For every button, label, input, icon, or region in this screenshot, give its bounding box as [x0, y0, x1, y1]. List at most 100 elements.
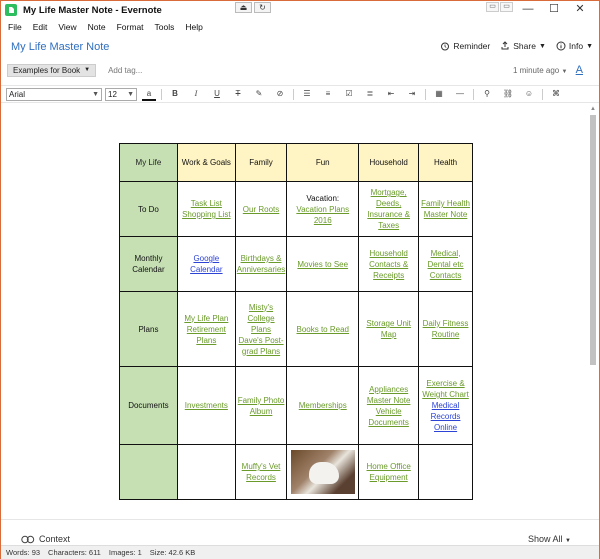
dog-photo[interactable]: [290, 450, 355, 494]
vertical-scrollbar[interactable]: ▲: [589, 105, 597, 519]
eject-icon[interactable]: ⏏: [235, 2, 252, 13]
note-link[interactable]: Household Contacts & Receipts: [360, 248, 417, 281]
outdent-icon[interactable]: ⇤: [383, 87, 399, 101]
note-link[interactable]: Investments: [179, 400, 234, 411]
horizontal-rule-icon[interactable]: —: [452, 87, 468, 101]
menu-edit[interactable]: Edit: [33, 22, 48, 32]
bold-icon[interactable]: B: [167, 87, 183, 101]
note-link[interactable]: Dave's Post-grad Plans: [237, 335, 285, 357]
note-link[interactable]: Medical Records Online: [420, 400, 471, 433]
maximize-button[interactable]: ☐: [541, 1, 567, 18]
close-button[interactable]: ✕: [567, 1, 593, 18]
show-all-button[interactable]: Show All ▼: [528, 534, 571, 544]
clear-format-icon[interactable]: ⊘: [272, 87, 288, 101]
info-button[interactable]: Info ▼: [556, 41, 593, 51]
note-link[interactable]: Retirement Plans: [179, 324, 234, 346]
word-count: Words: 93: [6, 548, 41, 557]
menu-note[interactable]: Note: [88, 22, 106, 32]
divider: [542, 88, 543, 100]
note-link[interactable]: Vacation Plans 2016: [288, 204, 357, 226]
note-link[interactable]: Vehicle Documents: [360, 406, 417, 428]
note-link[interactable]: Muffy's Vet Records: [237, 461, 285, 483]
row-header: Documents: [119, 366, 178, 445]
notebook-selector[interactable]: Examples for Book ▼: [7, 63, 97, 77]
bullet-list-icon[interactable]: ☰: [299, 87, 315, 101]
menu-view[interactable]: View: [58, 22, 76, 32]
note-link[interactable]: Memberships: [288, 400, 357, 411]
menu-file[interactable]: File: [8, 22, 22, 32]
checkbox-icon[interactable]: ☑: [341, 87, 357, 101]
menu-tools[interactable]: Tools: [155, 22, 175, 32]
grid-corner-cell: My Life: [119, 143, 178, 182]
share-button[interactable]: Share ▼: [500, 41, 546, 51]
note-link[interactable]: Daily Fitness Routine: [420, 318, 471, 340]
note-link[interactable]: Appliances Master Note: [360, 384, 417, 406]
note-link[interactable]: Family Photo Album: [237, 395, 285, 417]
attachment-icon[interactable]: ⚲: [479, 87, 495, 101]
table-row: Documents Investments Family Photo Album Me…: [119, 366, 473, 445]
underline-icon[interactable]: U: [209, 87, 225, 101]
grid-cell: Medical, Dental etc Contacts: [418, 236, 473, 292]
note-link[interactable]: My Life Plan: [179, 313, 234, 324]
column-header: Work & Goals: [176, 143, 236, 182]
note-link[interactable]: Our Roots: [237, 204, 285, 215]
refresh-icon[interactable]: ↻: [254, 2, 271, 13]
note-link[interactable]: Birthdays & Anniversaries: [237, 253, 285, 275]
updated-time: 1 minute ago ▼ A: [512, 64, 583, 76]
note-link[interactable]: Exercise & Weight Chart: [420, 378, 471, 400]
note-title[interactable]: My Life Master Note: [11, 41, 109, 53]
highlighter-icon[interactable]: ✎: [251, 87, 267, 101]
indent-icon[interactable]: ⇥: [404, 87, 420, 101]
command-icon[interactable]: ⌘: [548, 87, 564, 101]
align-icon[interactable]: ≣: [362, 87, 378, 101]
note-link[interactable]: Movies to See: [288, 259, 357, 270]
italic-icon[interactable]: I: [188, 87, 204, 101]
font-size-value: 12: [108, 89, 117, 99]
note-link[interactable]: Storage Unit Map: [360, 318, 417, 340]
dog-shape: [308, 462, 339, 484]
note-link[interactable]: Medical, Dental etc Contacts: [420, 248, 471, 281]
tag-bar: Examples for Book ▼ Add tag... 1 minute …: [7, 63, 595, 77]
text-color-icon[interactable]: a: [142, 87, 156, 101]
numbered-list-icon[interactable]: ≡: [320, 87, 336, 101]
note-actions: Reminder Share ▼ Info ▼: [430, 41, 593, 51]
note-link[interactable]: Google Calendar: [179, 253, 234, 275]
table-row: Muffy's Vet Records Home Office Equipment: [119, 444, 473, 500]
font-a-icon[interactable]: A: [576, 64, 583, 76]
table-icon[interactable]: ▦: [431, 87, 447, 101]
note-link[interactable]: Books to Read: [288, 324, 357, 335]
grid-cell: Misty's College Plans Dave's Post-grad Pl…: [234, 291, 288, 367]
divider: [473, 88, 474, 100]
scroll-thumb[interactable]: [590, 115, 596, 365]
font-family-select[interactable]: Arial ▼: [6, 87, 102, 101]
grid-cell: Google Calendar: [176, 236, 236, 292]
grid-cell: Storage Unit Map: [358, 291, 420, 367]
column-header: Health: [418, 143, 473, 182]
grid-cell: Task List Shopping List: [176, 181, 236, 237]
note-link[interactable]: Home Office Equipment: [360, 461, 417, 483]
note-editor[interactable]: My Life Work & Goals Family Fun Household Hea…: [1, 105, 589, 519]
strikethrough-icon[interactable]: T: [230, 87, 246, 101]
menu-format[interactable]: Format: [117, 22, 144, 32]
note-link[interactable]: Family Health Master Note: [420, 198, 471, 220]
note-link[interactable]: Misty's College Plans: [237, 302, 285, 335]
note-link[interactable]: Task List: [179, 198, 234, 209]
scroll-up-icon[interactable]: ▲: [589, 105, 597, 113]
reminder-button[interactable]: Reminder: [440, 41, 490, 51]
table-row: Plans My Life Plan Retirement Plans Misty's…: [119, 291, 473, 367]
menu-help[interactable]: Help: [185, 22, 202, 32]
minimize-button[interactable]: —: [515, 1, 541, 18]
row-header: To Do: [119, 181, 178, 237]
context-toggle[interactable]: Context: [21, 534, 70, 544]
mini-window-icon-2[interactable]: ▭: [500, 2, 513, 12]
show-all-label: Show All: [528, 534, 563, 544]
link-icon[interactable]: ⛓: [500, 87, 516, 101]
note-link[interactable]: Mortgage, Deeds, Insurance & Taxes: [360, 187, 417, 231]
font-size-select[interactable]: 12 ▼: [105, 87, 137, 101]
add-tag-input[interactable]: Add tag...: [108, 66, 142, 75]
note-link[interactable]: Shopping List: [179, 209, 234, 220]
info-icon: [556, 41, 566, 51]
mini-window-icon[interactable]: ▭: [486, 2, 499, 12]
chevron-down-icon: ▼: [565, 538, 571, 544]
emoji-icon[interactable]: ☺: [521, 87, 537, 101]
